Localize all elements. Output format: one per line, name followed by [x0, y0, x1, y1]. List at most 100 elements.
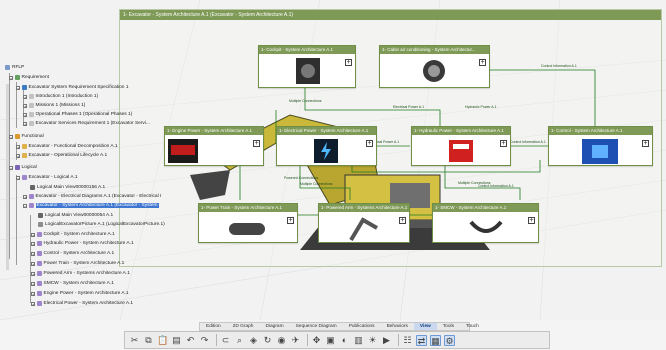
- smcw-expand-button[interactable]: +: [528, 217, 535, 224]
- undo-icon[interactable]: ↶: [185, 335, 196, 346]
- tab-touch[interactable]: Touch: [460, 323, 485, 330]
- collapse-icon[interactable]: −: [16, 85, 20, 90]
- view-icon[interactable]: ▣: [325, 335, 336, 346]
- powered-arm-expand-button[interactable]: +: [399, 217, 406, 224]
- tree-node-hydraulic[interactable]: + Hydraulic Power - System Architecture A…: [31, 240, 134, 247]
- electrical-power-block[interactable]: 1- Electrical Power - System Architectur…: [276, 126, 377, 166]
- cockpit-expand-button[interactable]: +: [345, 59, 352, 66]
- render-icon[interactable]: ◐: [339, 335, 350, 346]
- tree-node-services[interactable]: + Excavator Services Requirement 1 (Excav…: [23, 120, 150, 127]
- tree-node-functional[interactable]: − Functional: [9, 133, 44, 140]
- expand-icon[interactable]: +: [31, 301, 35, 306]
- expand-icon[interactable]: +: [31, 241, 35, 246]
- tree-node-main-view-1[interactable]: Logical Main View00000156 A.1: [30, 184, 105, 191]
- tree-node-cockpit[interactable]: + Cockpit - System Architecture A.1: [31, 231, 115, 238]
- cabin-ac-expand-button[interactable]: +: [479, 59, 486, 66]
- tree-node-op-lifecycle[interactable]: + Excavator - Operational Lifecycle A.1: [16, 152, 107, 159]
- tab-view[interactable]: View: [413, 323, 437, 330]
- expand-icon[interactable]: +: [31, 261, 35, 266]
- powered-arm-block[interactable]: 1- Powered Arm - Systems Architecture A.…: [318, 203, 410, 243]
- tree-node-exc-logical[interactable]: − Excavator - Logical A.1: [16, 174, 78, 181]
- expand-icon[interactable]: +: [16, 153, 20, 158]
- tree-node-powered-arm[interactable]: + Powered Arm - Systems Architecture A.1: [31, 270, 130, 277]
- delete-icon[interactable]: ▤: [171, 335, 182, 346]
- fly-icon[interactable]: ✈: [290, 335, 301, 346]
- pan-icon[interactable]: ✥: [311, 335, 322, 346]
- tab-tools[interactable]: Tools: [437, 323, 460, 330]
- layout-icon[interactable]: ☷: [402, 335, 413, 346]
- tab-sequence-diagram[interactable]: Sequence Diagram: [290, 323, 343, 330]
- expand-icon[interactable]: +: [31, 291, 35, 296]
- paste-icon[interactable]: 📋: [157, 335, 168, 346]
- logical-block-icon: [28, 194, 34, 199]
- expand-icon[interactable]: +: [31, 232, 35, 237]
- smcw-block[interactable]: 1- SMCW - System Architecture A.1 +: [432, 203, 539, 243]
- tree-node-elec-diagrams[interactable]: + Excavator - Electrical Diagrams A.1 (Ex…: [23, 193, 161, 200]
- control-block[interactable]: 1- Control - System Architecture A.1 +: [548, 126, 653, 166]
- tab-2d-graph[interactable]: 2D Graph: [227, 323, 260, 330]
- collapse-icon[interactable]: −: [9, 165, 13, 170]
- electrical-expand-button[interactable]: +: [366, 140, 373, 147]
- tree-node-system-architecture[interactable]: − Excavator - System Architecture A.1 (Ex…: [23, 202, 159, 209]
- engine-expand-button[interactable]: +: [253, 140, 260, 147]
- network-icon[interactable]: ⚙: [444, 334, 455, 346]
- tab-diagram[interactable]: Diagram: [259, 323, 289, 330]
- tree-node-main-view-2[interactable]: Logical Main View00000054 A.1: [38, 212, 113, 219]
- hydraulic-expand-button[interactable]: +: [500, 140, 507, 147]
- tree-node-missions[interactable]: + Missions 1 (Missions 1): [23, 102, 85, 109]
- section-tabs: Edition 2D Graph Diagram Sequence Diagram Pu…: [199, 322, 479, 331]
- play-icon[interactable]: ▶: [381, 335, 392, 346]
- display-icon[interactable]: ▥: [353, 335, 364, 346]
- power-train-block[interactable]: 1- Power Train - System Architecture A.1…: [198, 203, 298, 243]
- expand-icon[interactable]: +: [16, 144, 20, 149]
- magnet-icon[interactable]: ⊂: [220, 335, 231, 346]
- tab-edition[interactable]: Edition: [200, 323, 227, 330]
- redo-icon[interactable]: ↷: [199, 335, 210, 346]
- toolbar-separator: [216, 334, 217, 346]
- expand-icon[interactable]: +: [23, 94, 27, 99]
- tab-publications[interactable]: Publications: [343, 323, 381, 330]
- lamp-icon[interactable]: ☀: [367, 335, 378, 346]
- cabin-ac-block[interactable]: 1- Cabin air conditioning - System Archi…: [379, 45, 490, 88]
- rotate-icon[interactable]: ↻: [262, 335, 273, 346]
- tree-node-rflp[interactable]: RFLP: [5, 64, 24, 71]
- tree-node-electrical[interactable]: + Electrical Power - System Architecture …: [31, 300, 133, 307]
- cube-icon[interactable]: ◈: [248, 335, 259, 346]
- tree-node-power-train[interactable]: + Power Train - System Architecture A.1: [31, 260, 124, 267]
- expand-icon[interactable]: +: [31, 281, 35, 286]
- tree-node-spec[interactable]: − Excavator System Requirement Specificat…: [16, 84, 128, 91]
- look-at-icon[interactable]: ◉: [276, 335, 287, 346]
- hydraulic-power-block[interactable]: 1- Hydraulic Power - System Architecture…: [411, 126, 511, 166]
- expand-icon[interactable]: +: [23, 121, 27, 126]
- doc-icon: [28, 103, 34, 108]
- collapse-icon[interactable]: −: [16, 175, 20, 180]
- collapse-icon[interactable]: −: [9, 134, 13, 139]
- expand-icon[interactable]: +: [23, 194, 27, 199]
- tree-node-phases[interactable]: + Operational Phases 1 (Operational Phase…: [23, 111, 132, 118]
- tree-node-intro[interactable]: + Introduction 1 (Introduction 1): [23, 93, 98, 100]
- collapse-icon[interactable]: −: [23, 203, 27, 208]
- zoom-icon[interactable]: ⌕: [234, 335, 245, 346]
- tree-node-logical[interactable]: − Logical: [9, 164, 37, 171]
- connector-icon[interactable]: ⇄: [416, 334, 427, 346]
- tree-scrollbar[interactable]: [6, 84, 9, 270]
- tree-node-engine[interactable]: + Engine Power - System Architecture A.1: [31, 290, 129, 297]
- expand-icon[interactable]: +: [31, 251, 35, 256]
- copy-icon[interactable]: ⧉: [143, 335, 154, 346]
- tree-node-control[interactable]: + Control - System Architecture A.1: [31, 250, 114, 257]
- tab-behaviors[interactable]: Behaviors: [381, 323, 414, 330]
- cut-icon[interactable]: ✂: [129, 335, 140, 346]
- control-expand-button[interactable]: +: [642, 140, 649, 147]
- collapse-icon[interactable]: −: [9, 75, 13, 80]
- control-chip-image: [582, 139, 618, 164]
- power-train-expand-button[interactable]: +: [287, 217, 294, 224]
- tree-node-logical-picture[interactable]: LogicalExcavatorPicture A.1 (LogicalExca…: [38, 221, 165, 228]
- expand-icon[interactable]: +: [23, 112, 27, 117]
- tree-node-smcw[interactable]: + SMCW - System Architecture A.1: [31, 280, 114, 287]
- diagram-icon[interactable]: ▦: [430, 334, 441, 346]
- tree-node-requirement[interactable]: − Requirement: [9, 74, 49, 81]
- expand-icon[interactable]: +: [23, 103, 27, 108]
- expand-icon[interactable]: +: [31, 271, 35, 276]
- tree-node-func-decomp[interactable]: + Excavator - Functional Decomposition A.…: [16, 143, 118, 150]
- cockpit-block[interactable]: 1- Cockpit - System Architecture A.1 +: [258, 45, 356, 88]
